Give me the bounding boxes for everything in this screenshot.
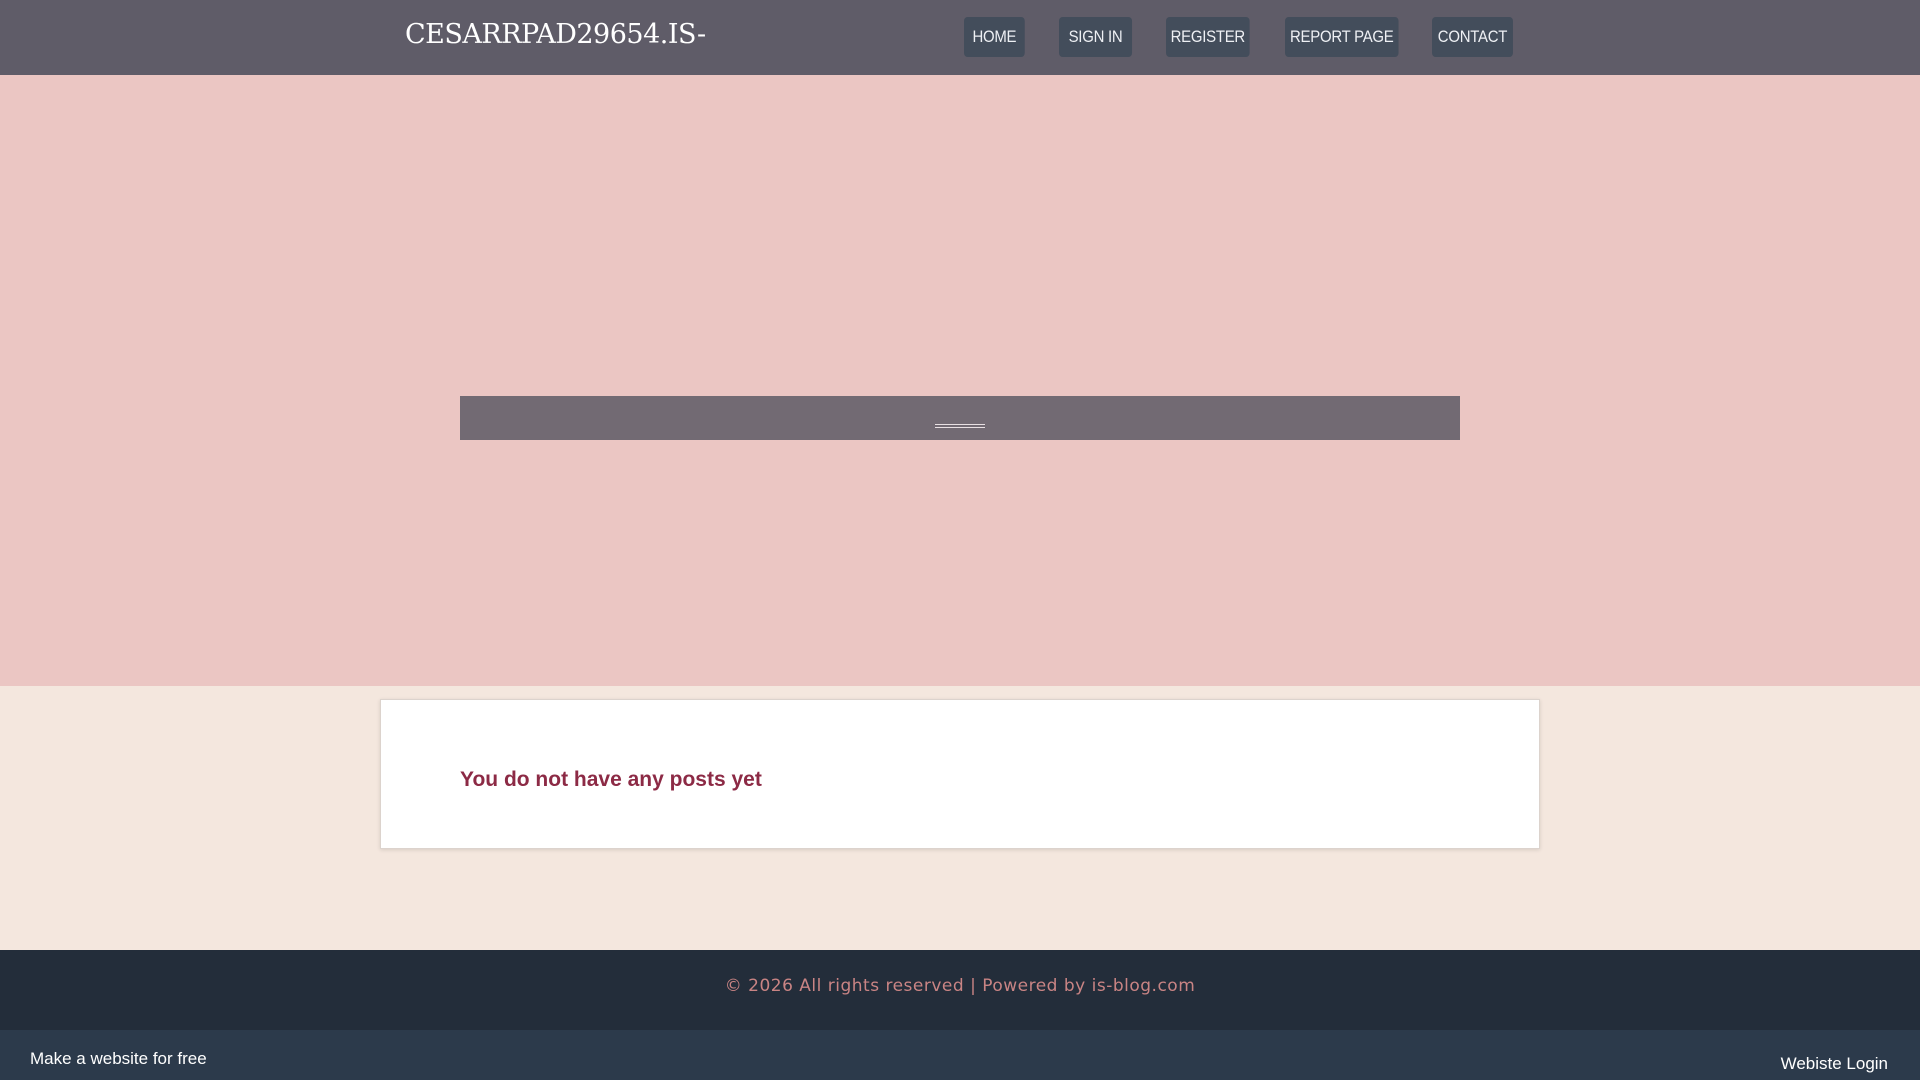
nav-register-button[interactable]: REGISTER [1166,17,1250,57]
nav-contact-button[interactable]: CONTACT [1432,17,1513,57]
make-website-link[interactable]: Make a website for free [30,1049,207,1069]
hero-banner [0,75,1920,686]
nav-home-button[interactable]: HOME [964,17,1025,57]
site-title[interactable]: CESARRPAD29654.IS- [405,19,706,50]
nav-sign-in-button[interactable]: SIGN IN [1059,17,1133,57]
footer-copyright: © 2026 All rights reserved | Powered by … [724,976,1196,996]
bottom-bar: Make a website for free Webiste Login [0,1030,1920,1080]
content-area: You do not have any posts yet [0,686,1920,950]
posts-card: You do not have any posts yet [380,699,1540,849]
footer: © 2026 All rights reserved | Powered by … [0,950,1920,1030]
empty-posts-message: You do not have any posts yet [460,768,762,791]
top-navigation-bar: CESARRPAD29654.IS- HOME SIGN IN REGISTER… [0,0,1920,75]
nav-report-page-button[interactable]: REPORT PAGE [1285,17,1399,57]
website-login-link[interactable]: Webiste Login [1781,1054,1888,1074]
hero-title-bar [460,396,1460,440]
hero-divider-lines [935,424,985,428]
